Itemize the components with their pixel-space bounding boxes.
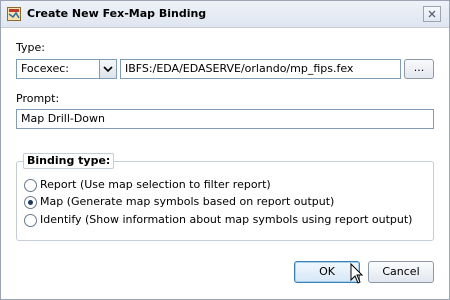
- binding-type-legend: Binding type:: [23, 153, 115, 169]
- dialog-title: Create New Fex-Map Binding: [27, 7, 207, 20]
- cancel-button[interactable]: Cancel: [368, 261, 434, 283]
- prompt-label: Prompt:: [16, 92, 60, 105]
- radio-button-selected[interactable]: [24, 196, 37, 209]
- type-select-value: Focexec:: [21, 62, 69, 75]
- close-icon: [428, 10, 436, 18]
- type-dropdown-button[interactable]: [99, 59, 117, 79]
- fex-path-field[interactable]: IBFS:/EDA/EDASERVE/orlando/mp_fips.fex: [120, 59, 401, 79]
- chevron-down-icon: [103, 66, 113, 73]
- title-bar: Create New Fex-Map Binding: [1, 1, 449, 28]
- radio-identify-label: Identify (Show information about map sym…: [40, 213, 413, 226]
- prompt-value: Map Drill-Down: [21, 112, 106, 125]
- fex-path-value: IBFS:/EDA/EDASERVE/orlando/mp_fips.fex: [125, 62, 354, 75]
- radio-button[interactable]: [24, 214, 37, 227]
- type-label: Type:: [16, 41, 45, 54]
- radio-report-label: Report (Use map selection to filter repo…: [40, 178, 271, 191]
- radio-map-label: Map (Generate map symbols based on repor…: [40, 195, 335, 208]
- browse-button[interactable]: ...: [404, 59, 434, 79]
- map-binding-icon: [7, 7, 21, 21]
- type-select[interactable]: Focexec:: [16, 59, 100, 79]
- create-fex-map-binding-dialog: Create New Fex-Map Binding Type: Focexec…: [0, 0, 450, 300]
- radio-button[interactable]: [24, 179, 37, 192]
- prompt-input[interactable]: Map Drill-Down: [16, 109, 434, 129]
- close-button[interactable]: [423, 6, 441, 22]
- mouse-cursor-icon: [350, 263, 364, 284]
